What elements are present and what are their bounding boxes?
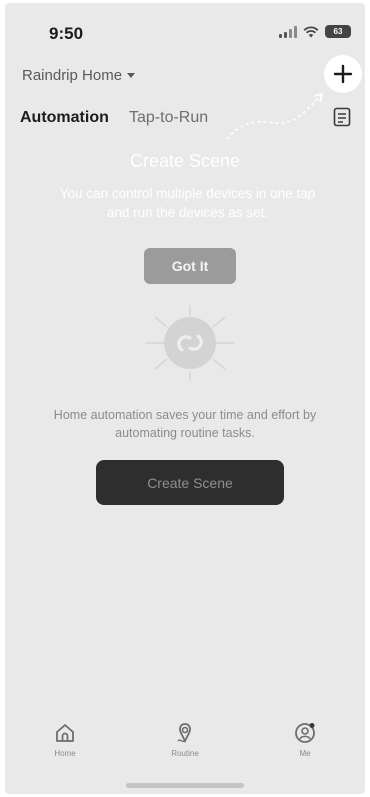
- nav-routine-label: Routine: [171, 749, 199, 758]
- profile-icon: [295, 723, 315, 743]
- plus-icon: [333, 64, 353, 84]
- routine-icon: [177, 723, 191, 744]
- home-name: Raindrip Home: [22, 67, 123, 84]
- got-it-button[interactable]: Got It: [144, 248, 236, 284]
- status-time: 9:50: [49, 24, 84, 43]
- nav-me-label: Me: [299, 749, 311, 758]
- empty-state-message: Home automation saves your time and effo…: [53, 408, 317, 440]
- nav-me[interactable]: Me: [265, 721, 345, 771]
- bottom-nav: Home Routine Me: [5, 721, 365, 771]
- tab-automation[interactable]: Automation: [20, 109, 109, 127]
- app-screen: 9:50 63 Raindrip Home Automation Tap-to-…: [5, 3, 365, 794]
- dashed-arrow-icon: [226, 92, 324, 140]
- automation-link-icon: [145, 305, 235, 381]
- wifi-icon: [303, 25, 319, 37]
- create-scene-button[interactable]: Create Scene: [96, 460, 284, 505]
- document-list-icon[interactable]: [333, 107, 351, 127]
- battery-icon: 63: [325, 25, 351, 38]
- status-icons: 63: [279, 25, 351, 38]
- caret-down-icon: [127, 73, 136, 78]
- nav-home-label: Home: [54, 749, 76, 758]
- cellular-signal-icon: [279, 25, 297, 38]
- nav-routine[interactable]: Routine: [145, 721, 225, 771]
- add-scene-button[interactable]: [324, 55, 362, 93]
- home-icon: [56, 724, 74, 742]
- home-selector[interactable]: Raindrip Home: [22, 67, 136, 84]
- home-indicator: [126, 783, 244, 788]
- coach-mark-description: You can control multiple devices in one …: [59, 186, 316, 220]
- coach-mark-title: Create Scene: [129, 151, 241, 171]
- tab-tap-to-run[interactable]: Tap-to-Run: [129, 109, 208, 127]
- nav-home[interactable]: Home: [25, 721, 105, 771]
